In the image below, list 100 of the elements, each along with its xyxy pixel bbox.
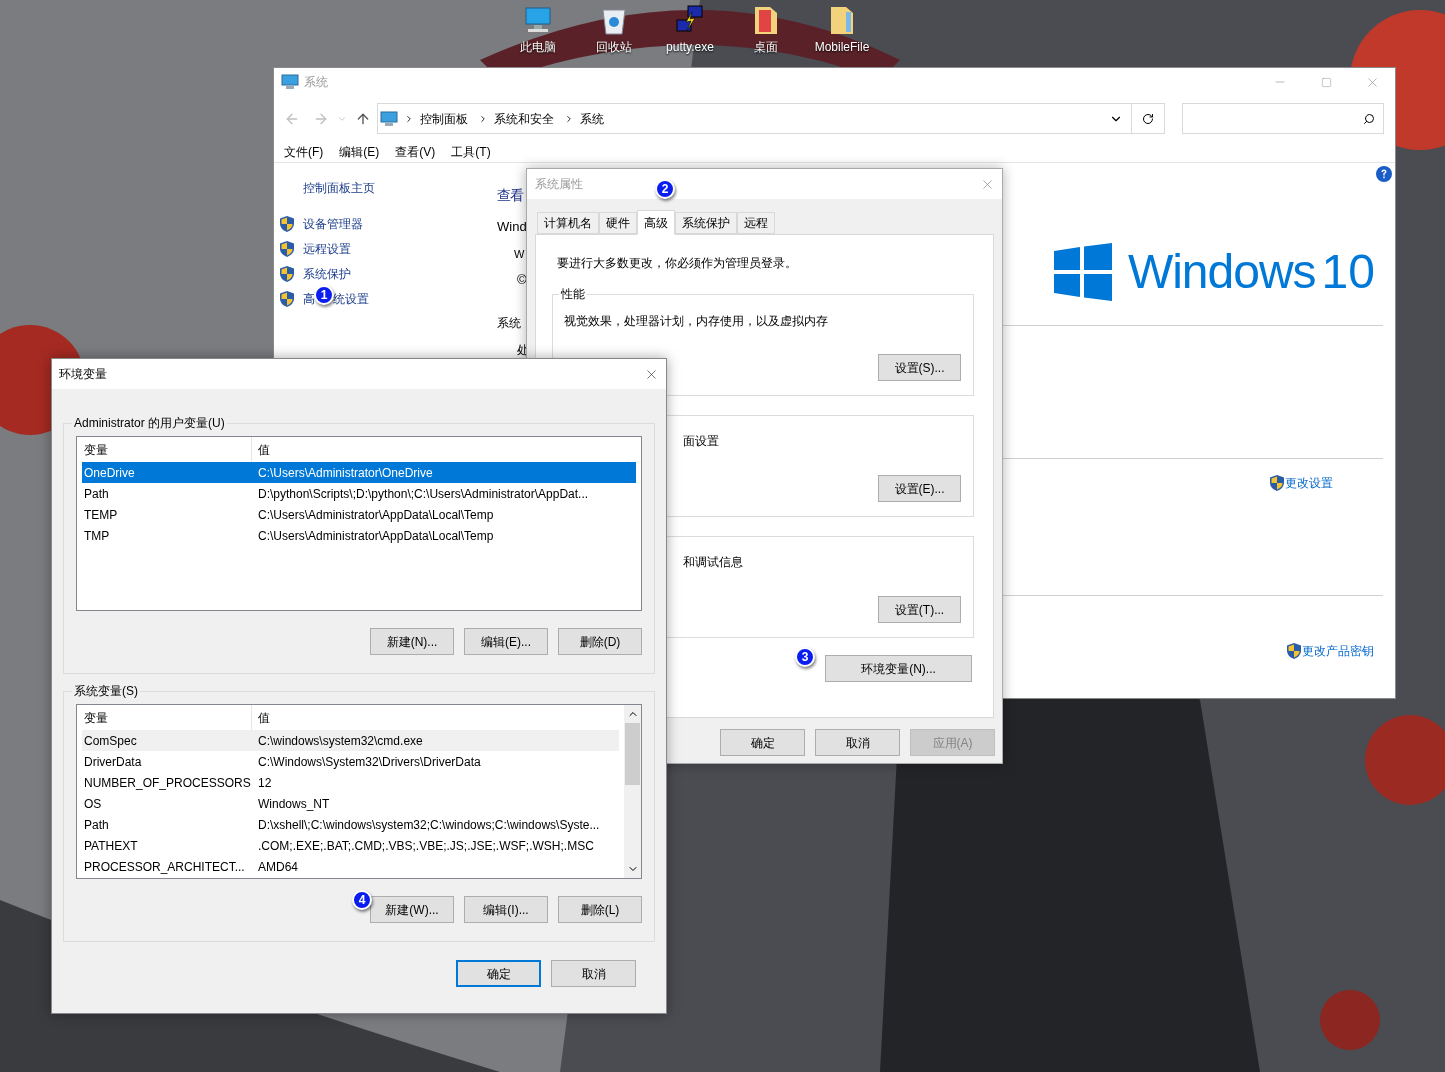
variable-row[interactable]: Path D:\xshell\;C:\windows\system32;C:\windows;C:\windows\Syste... [82, 814, 619, 835]
variable-name: NUMBER_OF_PROCESSORS [83, 774, 252, 792]
windows-logo-icon [1053, 243, 1112, 301]
variable-row[interactable]: TMP C:\Users\Administrator\AppData\Local\Temp [82, 525, 636, 546]
list-action-button[interactable]: 新建(N)... [370, 628, 454, 655]
list-action-button[interactable]: 新建(W)... [370, 896, 454, 923]
breadcrumb-item[interactable]: 系统 [580, 109, 604, 128]
variable-name: TMP [83, 527, 111, 545]
variable-value: C:\windows\system32\cmd.exe [257, 732, 424, 750]
refresh-icon [1142, 112, 1154, 125]
variable-value: 12 [257, 774, 273, 792]
search-field[interactable] [1182, 103, 1384, 134]
step-badge: 4 [352, 890, 372, 910]
variable-row[interactable]: Path D:\python\Scripts\;D:\python\;C:\Users\Administrator\AppDat... [82, 483, 636, 504]
search-icon [1363, 112, 1375, 125]
variable-value: C:\Users\Administrator\OneDrive [257, 464, 434, 482]
variable-row[interactable]: PROCESSOR_ARCHITECT... AMD64 [82, 856, 619, 877]
shield-icon [280, 290, 294, 307]
edition-text: W [514, 247, 525, 262]
dialog-title: 系统属性 [535, 176, 583, 193]
variable-row[interactable]: OS Windows_NT [82, 793, 619, 814]
desktop-icon-label[interactable]: 此电脑 [520, 38, 556, 56]
breadcrumb-separator-icon[interactable] [478, 113, 488, 124]
breadcrumb-item[interactable]: 控制面板 [420, 109, 468, 128]
breadcrumb-separator-icon[interactable] [404, 113, 414, 124]
window-title: 系统 [304, 74, 328, 91]
scrollbar[interactable] [624, 705, 641, 878]
windows-wordmark: Windows [1127, 248, 1316, 296]
menu-item[interactable]: 工具(T) [451, 142, 491, 161]
environment-variables-button[interactable]: 环境变量(N)... [825, 655, 972, 682]
address-bar[interactable]: 控制面板 系统和安全 系统 [377, 103, 1132, 134]
variable-row[interactable]: DriverData C:\Windows\System32\Drivers\DriverData [82, 751, 619, 772]
maximize-icon [1320, 76, 1332, 88]
variable-name: Path [83, 816, 110, 834]
list-action-button[interactable]: 编辑(E)... [464, 628, 548, 655]
variable-row[interactable]: TEMP C:\Users\Administrator\AppData\Local\Temp [82, 504, 636, 525]
desktop-icon-label[interactable]: 回收站 [596, 38, 632, 56]
folder-icon [828, 4, 856, 36]
tab[interactable]: 高级 [637, 210, 675, 235]
column-header[interactable]: 值 [252, 705, 619, 730]
sidebar-link[interactable]: 设备管理器 [303, 214, 363, 233]
sidebar-home-link[interactable]: 控制面板主页 [303, 179, 497, 197]
sidebar-link[interactable]: 系统保护 [303, 264, 351, 283]
menu-item[interactable]: 查看(V) [395, 142, 436, 161]
list-action-button[interactable]: 删除(D) [558, 628, 642, 655]
settings-button[interactable]: 设置(S)... [878, 354, 961, 381]
desktop-icon-label[interactable]: putty.exe [666, 38, 714, 56]
list-action-button[interactable]: 编辑(I)... [464, 896, 548, 923]
variable-row[interactable]: NUMBER_OF_PROCESSORS 12 [82, 772, 619, 793]
variable-value: .COM;.EXE;.BAT;.CMD;.VBS;.VBE;.JS;.JSE;.WSF;.WSH;.MSC [257, 837, 595, 855]
help-icon[interactable] [1376, 166, 1392, 182]
menu-item[interactable]: 文件(F) [284, 142, 324, 161]
dialog-button[interactable]: 取消 [815, 729, 900, 756]
admin-notice: 要进行大多数更改，你必须作为管理员登录。 [557, 255, 798, 272]
menu-item[interactable]: 编辑(E) [339, 142, 380, 161]
variable-name: PROCESSOR_ARCHITECT... [83, 858, 246, 876]
desktop-icon-label[interactable]: MobileFile [814, 38, 870, 56]
section-label: 系统 [497, 315, 521, 332]
variable-row[interactable]: OneDrive C:\Users\Administrator\OneDrive [82, 462, 636, 483]
change-product-key-link[interactable]: 更改产品密钥 [1302, 642, 1374, 660]
copyright-text: © [517, 271, 527, 289]
tab[interactable]: 远程 [737, 212, 775, 234]
group-description: 和调试信息 [683, 554, 744, 571]
list-action-button[interactable]: 删除(L) [558, 896, 642, 923]
dialog-button[interactable]: 取消 [551, 960, 636, 987]
shield-icon [1270, 475, 1284, 491]
tab[interactable]: 计算机名 [537, 212, 599, 234]
dialog-title: 环境变量 [59, 366, 107, 383]
settings-button[interactable]: 设置(T)... [878, 596, 961, 623]
variable-value: D:\xshell\;C:\windows\system32;C:\windows;C:\windows\Syste... [257, 816, 601, 834]
change-settings-link[interactable]: 更改设置 [1285, 474, 1333, 492]
variable-name: TEMP [83, 506, 119, 524]
variable-value: C:\Windows\System32\Drivers\DriverData [257, 753, 482, 771]
settings-button[interactable]: 设置(E)... [878, 475, 961, 502]
sidebar-link[interactable]: 高 [303, 289, 315, 308]
variable-name: OS [83, 795, 103, 813]
tab[interactable]: 系统保护 [675, 212, 737, 234]
shield-icon [280, 265, 294, 282]
dialog-button[interactable]: 确定 [456, 960, 541, 987]
variable-name: DriverData [83, 753, 143, 771]
column-header[interactable]: 值 [252, 437, 636, 462]
variable-row[interactable]: PATHEXT .COM;.EXE;.BAT;.CMD;.VBS;.VBE;.JS;.JSE;.WSF;.WSH;.MSC [82, 835, 619, 856]
page-heading: 查看 [497, 186, 523, 205]
refresh-button[interactable] [1132, 103, 1165, 134]
scroll-thumb[interactable] [625, 723, 640, 785]
windows-version: 10 [1321, 248, 1375, 296]
variable-value: AMD64 [257, 858, 299, 876]
document-folder-icon [752, 4, 780, 36]
variable-name: PATHEXT [83, 837, 139, 855]
breadcrumb-item[interactable]: 系统和安全 [494, 109, 554, 128]
dialog-button[interactable]: 确定 [720, 729, 805, 756]
sidebar-link[interactable]: 远程设置 [303, 239, 351, 258]
tab[interactable]: 硬件 [599, 212, 637, 234]
breadcrumb-separator-icon[interactable] [564, 113, 574, 124]
desktop-icon-label[interactable]: 桌面 [754, 38, 778, 56]
shield-icon [1287, 643, 1301, 659]
sidebar-link[interactable]: 统设置 [333, 289, 369, 308]
step-badge: 1 [314, 284, 334, 305]
variable-name: ComSpec [83, 732, 138, 750]
variable-row[interactable]: ComSpec C:\windows\system32\cmd.exe [82, 730, 619, 751]
